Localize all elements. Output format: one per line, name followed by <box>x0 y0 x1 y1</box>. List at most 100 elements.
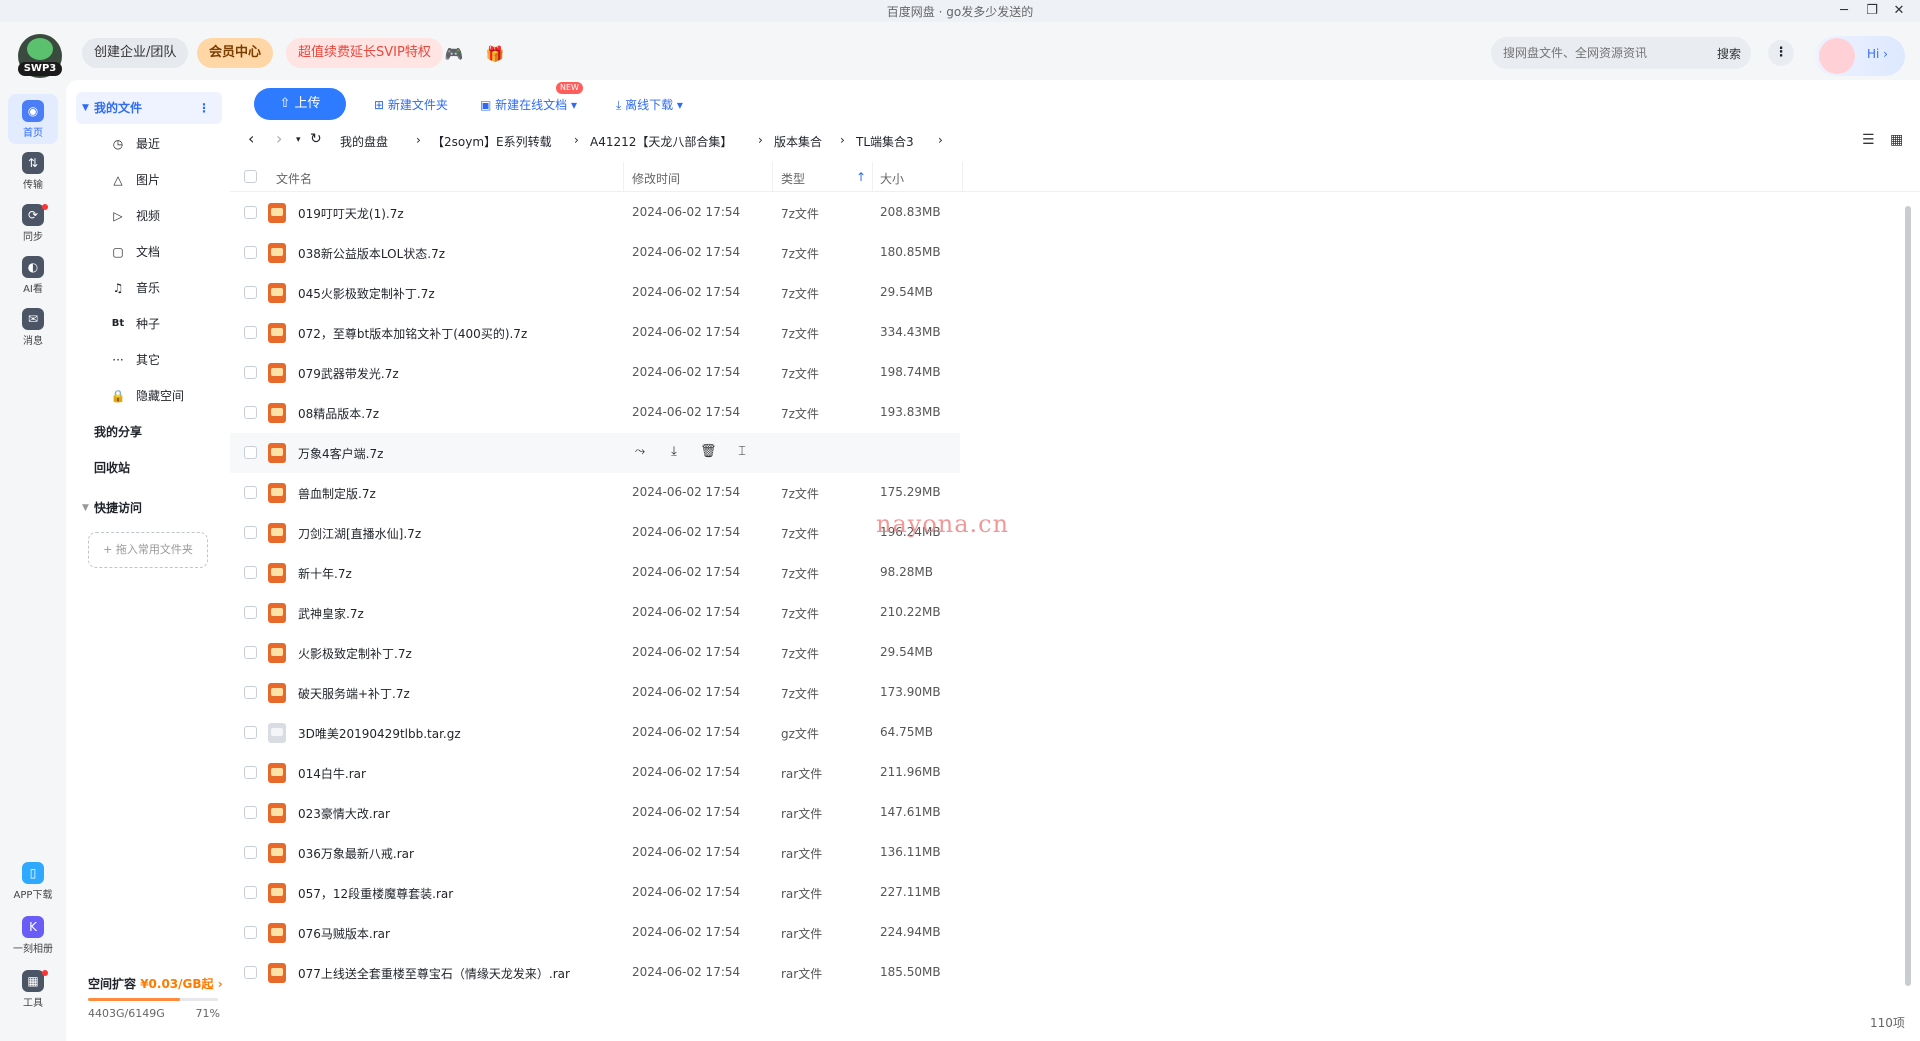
share-icon[interactable]: ⤳ <box>632 444 648 460</box>
file-name[interactable]: 兽血制定版.7z <box>298 485 376 502</box>
sidebar-item-other[interactable]: ··· 其它 <box>76 344 222 376</box>
table-row[interactable]: 武神皇家.7z 2024-06-02 17:54 7z文件 210.22MB <box>230 593 960 633</box>
offline-download-button[interactable]: ⤓ 离线下载 ▾ <box>616 96 683 113</box>
nav-sync[interactable]: ⟳ 同步 <box>8 198 58 248</box>
table-row[interactable]: 079武器带发光.7z 2024-06-02 17:54 7z文件 198.74MB <box>230 353 960 393</box>
sidebar-item-videos[interactable]: ▷ 视频 <box>76 200 222 232</box>
breadcrumb-item-root[interactable]: 我的盘盘 <box>340 133 388 150</box>
row-checkbox[interactable] <box>244 726 257 739</box>
sidebar-item-images[interactable]: △ 图片 <box>76 164 222 196</box>
table-row[interactable]: 万象4客户端.7z ⤳ ⤓ 🗑 ⌶ <box>230 433 960 473</box>
nav-ai[interactable]: ◐ AI看 <box>8 250 58 300</box>
storage-promo[interactable]: ¥0.03/GB起 › <box>140 977 222 991</box>
row-checkbox[interactable] <box>244 206 257 219</box>
breadcrumb-item-current[interactable]: TL端集合3 <box>856 133 914 150</box>
row-checkbox[interactable] <box>244 446 257 459</box>
nav-home[interactable]: ◉ 首页 <box>8 94 58 144</box>
user-profile[interactable]: Hi › <box>1815 36 1905 76</box>
nav-transfer[interactable]: ⇅ 传输 <box>8 146 58 196</box>
create-team-button[interactable]: 创建企业/团队 <box>82 38 189 68</box>
search-button[interactable]: 搜索 <box>1717 45 1741 62</box>
select-all-checkbox[interactable] <box>244 170 257 183</box>
add-quick-folder-dropzone[interactable]: + 拖入常用文件夹 <box>88 532 208 568</box>
app-logo[interactable]: SWP3 <box>18 34 62 78</box>
table-row[interactable]: 077上线送全套重楼至尊宝石（情缘天龙发来）.rar 2024-06-02 17:… <box>230 953 960 993</box>
row-checkbox[interactable] <box>244 366 257 379</box>
col-size[interactable]: 大小 <box>880 170 904 187</box>
close-button[interactable]: ✕ <box>1889 2 1909 20</box>
row-checkbox[interactable] <box>244 406 257 419</box>
row-checkbox[interactable] <box>244 566 257 579</box>
table-row[interactable]: 刀剑江湖[直播水仙].7z 2024-06-02 17:54 7z文件 196.24M… <box>230 513 960 553</box>
more-menu-icon[interactable]: ⋮ <box>1768 40 1794 66</box>
row-checkbox[interactable] <box>244 966 257 979</box>
forward-icon[interactable]: › <box>276 129 282 148</box>
file-name[interactable]: 万象4客户端.7z <box>298 445 383 462</box>
file-name[interactable]: 破天服务端+补丁.7z <box>298 685 410 702</box>
sidebar-item-torrents[interactable]: Bt 种子 <box>76 308 222 340</box>
table-row[interactable]: 3D唯美20190429tlbb.tar.gz 2024-06-02 17:54 g… <box>230 713 960 753</box>
scrollbar[interactable] <box>1903 192 1913 1002</box>
scrollbar-thumb[interactable] <box>1905 206 1911 986</box>
file-name[interactable]: 014白牛.rar <box>298 765 366 782</box>
file-name[interactable]: 045火影极致定制补丁.7z <box>298 285 435 302</box>
row-checkbox[interactable] <box>244 286 257 299</box>
nav-messages[interactable]: ✉ 消息 <box>8 302 58 352</box>
grid-view-icon[interactable]: ▦ <box>1890 132 1903 148</box>
row-checkbox[interactable] <box>244 646 257 659</box>
refresh-icon[interactable]: ↻ <box>310 131 322 147</box>
file-name[interactable]: 076马贼版本.rar <box>298 925 390 942</box>
sidebar-item-docs[interactable]: ▢ 文档 <box>76 236 222 268</box>
table-row[interactable]: 火影极致定制补丁.7z 2024-06-02 17:54 7z文件 29.54MB <box>230 633 960 673</box>
table-row[interactable]: 076马贼版本.rar 2024-06-02 17:54 rar文件 224.94MB <box>230 913 960 953</box>
file-name[interactable]: 079武器带发光.7z <box>298 365 399 382</box>
col-type[interactable]: 类型 <box>781 170 805 187</box>
table-row[interactable]: 045火影极致定制补丁.7z 2024-06-02 17:54 7z文件 29.54M… <box>230 273 960 313</box>
file-name[interactable]: 新十年.7z <box>298 565 352 582</box>
file-name[interactable]: 08精品版本.7z <box>298 405 379 422</box>
row-checkbox[interactable] <box>244 846 257 859</box>
row-checkbox[interactable] <box>244 246 257 259</box>
file-name[interactable]: 072，至尊bt版本加铭文补丁(400买的).7z <box>298 325 527 342</box>
col-date[interactable]: 修改时间 <box>632 170 680 187</box>
storage-panel[interactable]: 空间扩容 ¥0.03/GB起 › 4403G/6149G 71% <box>88 975 224 1020</box>
delete-icon[interactable]: 🗑 <box>700 444 717 460</box>
table-row[interactable]: 023豪情大改.rar 2024-06-02 17:54 rar文件 147.61MB <box>230 793 960 833</box>
new-online-doc-button[interactable]: ▣ 新建在线文档 ▾ <box>480 96 577 113</box>
table-row[interactable]: 036万象最新八戒.rar 2024-06-02 17:54 rar文件 136.11… <box>230 833 960 873</box>
col-name[interactable]: 文件名 <box>276 170 312 187</box>
sidebar-recycle-bin[interactable]: 回收站 <box>76 452 222 484</box>
sidebar-item-recent[interactable]: ◷ 最近 <box>76 128 222 160</box>
row-checkbox[interactable] <box>244 486 257 499</box>
file-name[interactable]: 019叮叮天龙(1).7z <box>298 205 404 222</box>
file-name[interactable]: 057，12段重楼魔尊套装.rar <box>298 885 453 902</box>
row-checkbox[interactable] <box>244 806 257 819</box>
download-icon[interactable]: ⤓ <box>666 444 682 460</box>
upload-button[interactable]: ⇧ 上传 <box>254 88 346 120</box>
table-row[interactable]: 072，至尊bt版本加铭文补丁(400买的).7z 2024-06-02 17:5… <box>230 313 960 353</box>
table-row[interactable]: 破天服务端+补丁.7z 2024-06-02 17:54 7z文件 173.90MB <box>230 673 960 713</box>
table-row[interactable]: 019叮叮天龙(1).7z 2024-06-02 17:54 7z文件 208.83M… <box>230 193 960 233</box>
kebab-icon[interactable]: ⋮ <box>198 92 210 124</box>
sidebar-quick-access[interactable]: ▼ 快捷访问 <box>76 492 222 524</box>
row-checkbox[interactable] <box>244 606 257 619</box>
row-checkbox[interactable] <box>244 886 257 899</box>
table-row[interactable]: 新十年.7z 2024-06-02 17:54 7z文件 98.28MB <box>230 553 960 593</box>
gift-icon[interactable]: 🎁 <box>484 43 506 65</box>
game-icon[interactable]: 🎮 <box>443 43 465 65</box>
svip-renew-button[interactable]: 超值续费延长SVIP特权 <box>286 38 443 68</box>
sidebar-item-hidden[interactable]: 🔒 隐藏空间 <box>76 380 222 412</box>
file-name[interactable]: 武神皇家.7z <box>298 605 364 622</box>
table-row[interactable]: 兽血制定版.7z 2024-06-02 17:54 7z文件 175.29MB <box>230 473 960 513</box>
nav-tools[interactable]: ▦ 工具 <box>8 964 58 1014</box>
search-input[interactable] <box>1503 37 1703 69</box>
file-name[interactable]: 036万象最新八戒.rar <box>298 845 414 862</box>
row-checkbox[interactable] <box>244 686 257 699</box>
rename-icon[interactable]: ⌶ <box>734 444 750 460</box>
vip-center-button[interactable]: 会员中心 <box>197 38 274 68</box>
row-checkbox[interactable] <box>244 766 257 779</box>
sidebar-item-music[interactable]: ♫ 音乐 <box>76 272 222 304</box>
history-dropdown-icon[interactable]: ▾ <box>296 135 301 145</box>
table-row[interactable]: 057，12段重楼魔尊套装.rar 2024-06-02 17:54 rar文件 22… <box>230 873 960 913</box>
nav-album[interactable]: K 一刻相册 <box>5 910 61 960</box>
